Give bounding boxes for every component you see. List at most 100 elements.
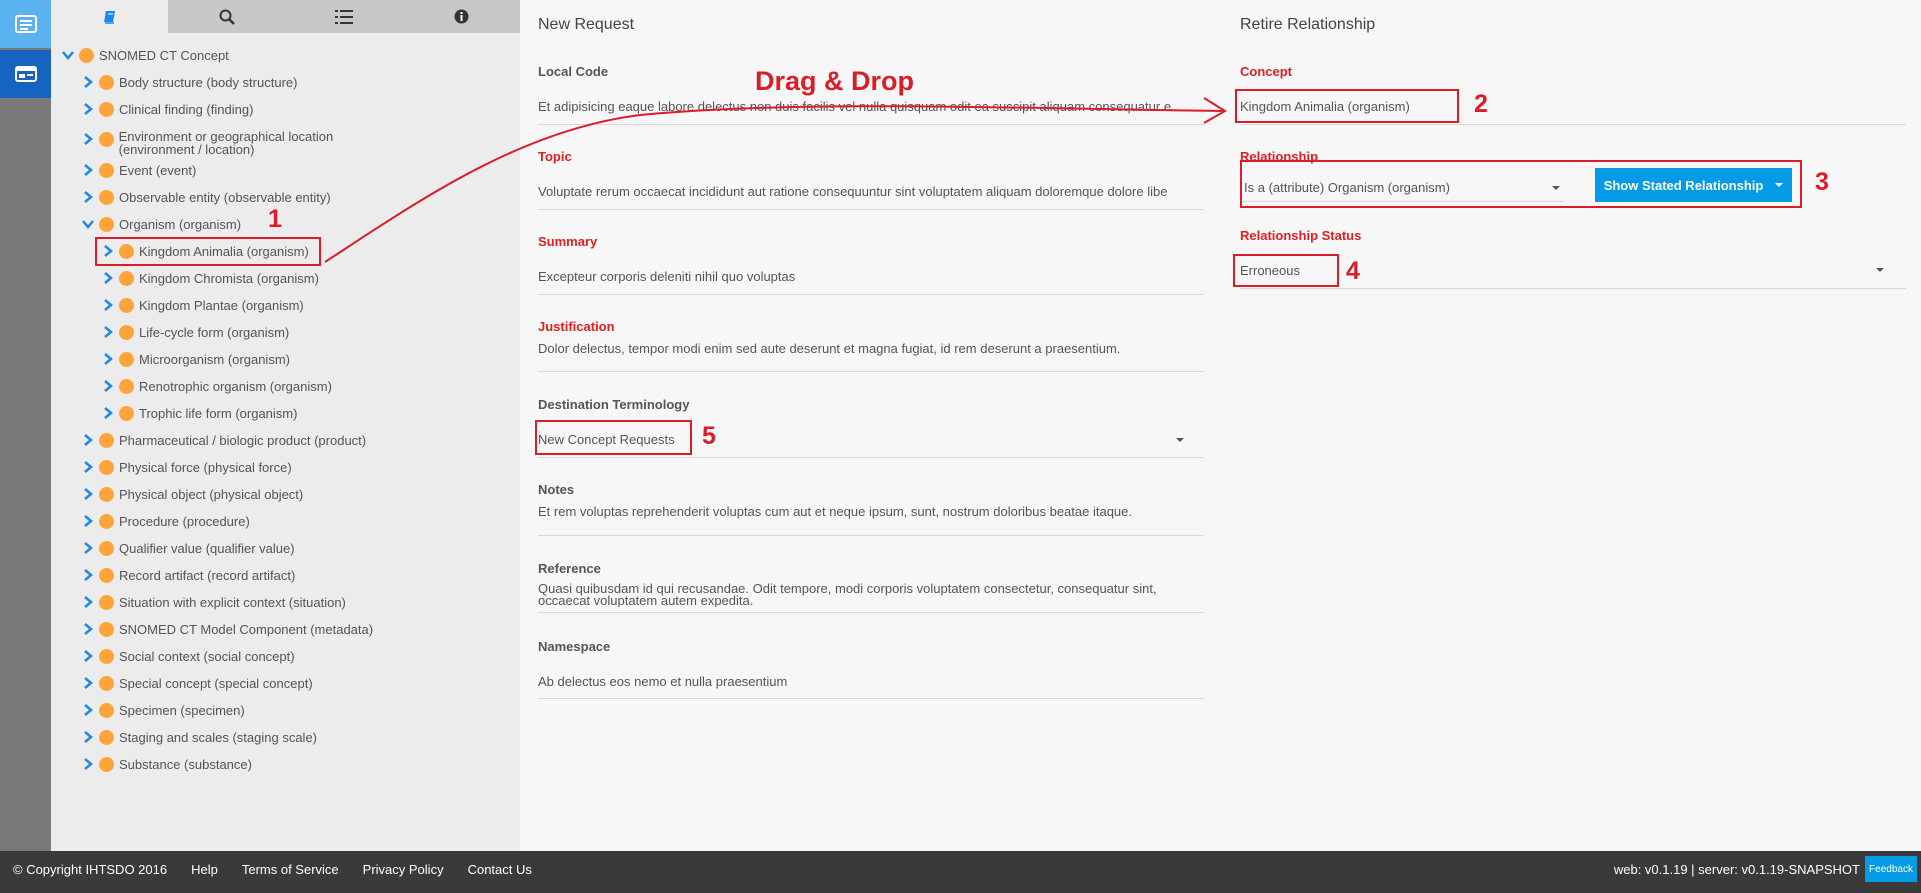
tree-node[interactable]: Situation with explicit context (situati… <box>81 592 346 612</box>
chevron-right-icon[interactable] <box>81 703 95 717</box>
tree-node[interactable]: Procedure (procedure) <box>81 511 250 531</box>
annotation-box-1 <box>95 237 321 266</box>
chevron-right-icon[interactable] <box>101 271 115 285</box>
tree-node-label: Microorganism (organism) <box>139 351 290 367</box>
tab-list[interactable] <box>286 0 403 33</box>
chevron-down-icon[interactable] <box>81 217 95 231</box>
tree-node-label: Kingdom Chromista (organism) <box>139 270 319 286</box>
status-underline <box>1240 288 1906 289</box>
tree-node[interactable]: Clinical finding (finding) <box>81 99 253 119</box>
chevron-right-icon[interactable] <box>101 298 115 312</box>
tab-search[interactable] <box>168 0 285 33</box>
tree-node-label: Social context (social concept) <box>119 648 295 664</box>
annotation-box-4 <box>1233 254 1339 287</box>
chevron-down-icon[interactable] <box>1876 268 1884 272</box>
concept-dot-icon <box>119 324 134 340</box>
tree-node-label: Organism (organism) <box>119 216 242 232</box>
chevron-right-icon[interactable] <box>81 102 95 116</box>
tab-taxonomy[interactable] <box>51 0 169 33</box>
chevron-right-icon[interactable] <box>81 595 95 609</box>
footer-bar: © Copyright IHTSDO 2016 Help Terms of Se… <box>0 851 1921 893</box>
tree-node-label: Clinical finding (finding) <box>119 101 254 117</box>
concept-dot-icon <box>99 675 114 691</box>
summary-input[interactable]: Excepteur corporis deleniti nihil quo vo… <box>538 269 1204 284</box>
tree-node[interactable]: Social context (social concept) <box>81 646 295 666</box>
tree-node[interactable]: Special concept (special concept) <box>81 673 313 693</box>
book-icon <box>103 10 115 24</box>
new-request-title: New Request <box>538 16 635 33</box>
local-code-input[interactable]: Et adipisicing eaque labore delectus non… <box>538 99 1186 114</box>
chevron-right-icon[interactable] <box>101 406 115 420</box>
chevron-right-icon[interactable] <box>81 487 95 501</box>
tree-node-label: Physical object (physical object) <box>119 486 304 502</box>
privacy-link[interactable]: Privacy Policy <box>363 862 444 877</box>
concept-dot-icon <box>99 729 114 745</box>
chevron-right-icon[interactable] <box>81 568 95 582</box>
tree-node[interactable]: Kingdom Plantae (organism) <box>101 295 304 315</box>
tree-node[interactable]: Renotrophic organism (organism) <box>101 376 332 396</box>
contact-link[interactable]: Contact Us <box>468 862 532 877</box>
terms-link[interactable]: Terms of Service <box>242 862 339 877</box>
topic-input[interactable]: Voluptate rerum occaecat incididunt aut … <box>538 184 1204 199</box>
reference-input[interactable]: Quasi quibusdam id qui recusandae. Odit … <box>538 583 1186 607</box>
chevron-right-icon[interactable] <box>81 75 95 89</box>
tree-node[interactable]: Staging and scales (staging scale) <box>81 727 317 747</box>
chevron-right-icon[interactable] <box>81 757 95 771</box>
tree-node[interactable]: Event (event) <box>81 160 196 180</box>
tree-node[interactable]: Life-cycle form (organism) <box>101 322 289 342</box>
tree-node[interactable]: Kingdom Chromista (organism) <box>101 268 319 288</box>
tree-node-organism[interactable]: Organism (organism) <box>81 214 241 234</box>
tree-node[interactable]: Record artifact (record artifact) <box>81 565 295 585</box>
tab-info[interactable] <box>403 0 520 33</box>
tree-node[interactable]: Substance (substance) <box>81 754 252 774</box>
tree-node-label: Physical force (physical force) <box>119 459 292 475</box>
concept-dot-icon <box>99 101 114 117</box>
chevron-right-icon[interactable] <box>101 379 115 393</box>
annotation-number-5: 5 <box>702 422 716 450</box>
chevron-right-icon[interactable] <box>81 190 95 204</box>
tree-node[interactable]: Microorganism (organism) <box>101 349 290 369</box>
card-view-button[interactable] <box>0 50 51 98</box>
chevron-right-icon[interactable] <box>81 132 95 146</box>
tree-node[interactable]: Observable entity (observable entity) <box>81 187 331 207</box>
tree-node[interactable]: Body structure (body structure) <box>81 72 297 92</box>
concept-dot-icon <box>99 513 114 529</box>
chevron-right-icon[interactable] <box>81 460 95 474</box>
chevron-right-icon[interactable] <box>81 622 95 636</box>
chevron-down-icon[interactable] <box>61 48 75 62</box>
tree-node[interactable]: Qualifier value (qualifier value) <box>81 538 295 558</box>
concept-dot-icon <box>119 270 134 286</box>
tree-node-label: SNOMED CT Model Component (metadata) <box>119 621 374 637</box>
tree-node[interactable]: Physical force (physical force) <box>81 457 292 477</box>
list-view-button[interactable] <box>0 0 51 48</box>
summary-label: Summary <box>538 234 598 249</box>
tree-node-label: Procedure (procedure) <box>119 513 250 529</box>
chevron-right-icon[interactable] <box>81 541 95 555</box>
chevron-right-icon[interactable] <box>81 649 95 663</box>
tree-root[interactable]: SNOMED CT Concept <box>61 45 229 65</box>
tree-node-label: Kingdom Plantae (organism) <box>139 297 304 313</box>
tree-node[interactable]: Pharmaceutical / biologic product (produ… <box>81 430 366 450</box>
tree-node-label: Record artifact (record artifact) <box>119 567 296 583</box>
destination-terminology-label: Destination Terminology <box>538 397 690 412</box>
tree-node[interactable]: Trophic life form (organism) <box>101 403 297 423</box>
local-code-label: Local Code <box>538 64 609 79</box>
chevron-right-icon[interactable] <box>81 163 95 177</box>
notes-input[interactable]: Et rem voluptas reprehenderit voluptas c… <box>538 504 1204 519</box>
tree-node[interactable]: SNOMED CT Model Component (metadata) <box>81 619 373 639</box>
chevron-right-icon[interactable] <box>81 433 95 447</box>
chevron-down-icon[interactable] <box>1176 438 1184 442</box>
retire-relationship-title: Retire Relationship <box>1240 16 1376 33</box>
feedback-button[interactable]: Feedback <box>1865 856 1917 882</box>
tree-node[interactable]: Environment or geographical location (en… <box>81 130 381 160</box>
chevron-right-icon[interactable] <box>101 325 115 339</box>
chevron-right-icon[interactable] <box>81 730 95 744</box>
chevron-right-icon[interactable] <box>81 514 95 528</box>
chevron-right-icon[interactable] <box>81 676 95 690</box>
help-link[interactable]: Help <box>191 862 218 877</box>
justification-input[interactable]: Dolor delectus, tempor modi enim sed aut… <box>538 341 1204 356</box>
namespace-input[interactable]: Ab delectus eos nemo et nulla praesentiu… <box>538 674 1204 689</box>
chevron-right-icon[interactable] <box>101 352 115 366</box>
tree-node[interactable]: Physical object (physical object) <box>81 484 303 504</box>
tree-node[interactable]: Specimen (specimen) <box>81 700 245 720</box>
